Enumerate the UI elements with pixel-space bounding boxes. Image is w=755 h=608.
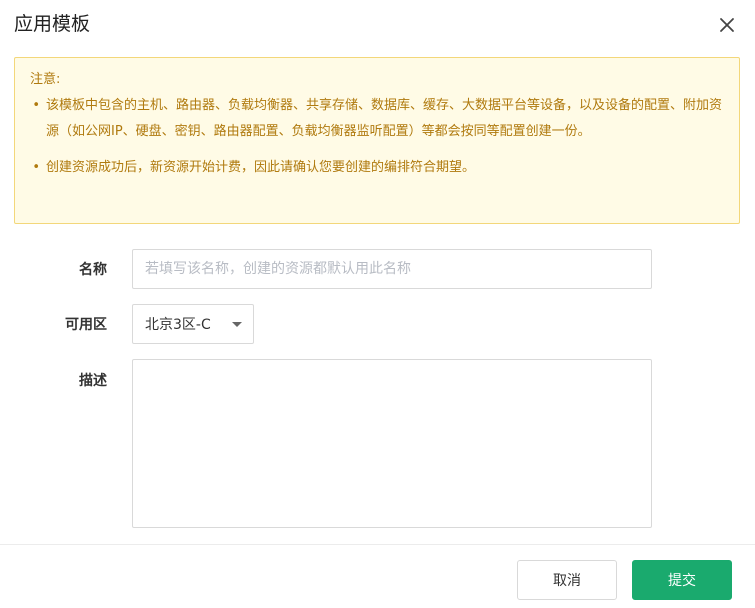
footer-divider [0, 544, 755, 545]
name-label: 名称 [79, 262, 107, 278]
cancel-button[interactable]: 取消 [517, 560, 617, 600]
dialog-header: 应用模板 [0, 0, 755, 50]
notice-item: • 创建资源成功后，新资源开始计费，因此请确认您要创建的编排符合期望。 [30, 155, 725, 181]
submit-button[interactable]: 提交 [632, 560, 732, 600]
zone-selected-value: 北京3区-C [145, 317, 211, 333]
bullet-icon: • [32, 98, 40, 113]
description-textarea[interactable] [132, 359, 652, 528]
bullet-icon: • [32, 160, 40, 175]
name-input[interactable] [132, 249, 652, 289]
notice-box: 注意: • 该模板中包含的主机、路由器、负载均衡器、共享存储、数据库、缓存、大数… [14, 57, 740, 224]
close-button[interactable] [716, 14, 738, 36]
zone-select[interactable]: 北京3区-C [132, 304, 254, 344]
close-icon [720, 18, 734, 32]
dialog-title: 应用模板 [14, 13, 91, 35]
notice-item-text: 创建资源成功后，新资源开始计费，因此请确认您要创建的编排符合期望。 [46, 160, 476, 175]
caret-down-icon [232, 322, 242, 327]
notice-title: 注意: [30, 72, 61, 87]
notice-item-text: 该模板中包含的主机、路由器、负载均衡器、共享存储、数据库、缓存、大数据平台等设备… [46, 98, 723, 139]
description-label: 描述 [79, 373, 107, 389]
notice-item: • 该模板中包含的主机、路由器、负载均衡器、共享存储、数据库、缓存、大数据平台等… [30, 93, 725, 145]
zone-label: 可用区 [65, 317, 107, 333]
